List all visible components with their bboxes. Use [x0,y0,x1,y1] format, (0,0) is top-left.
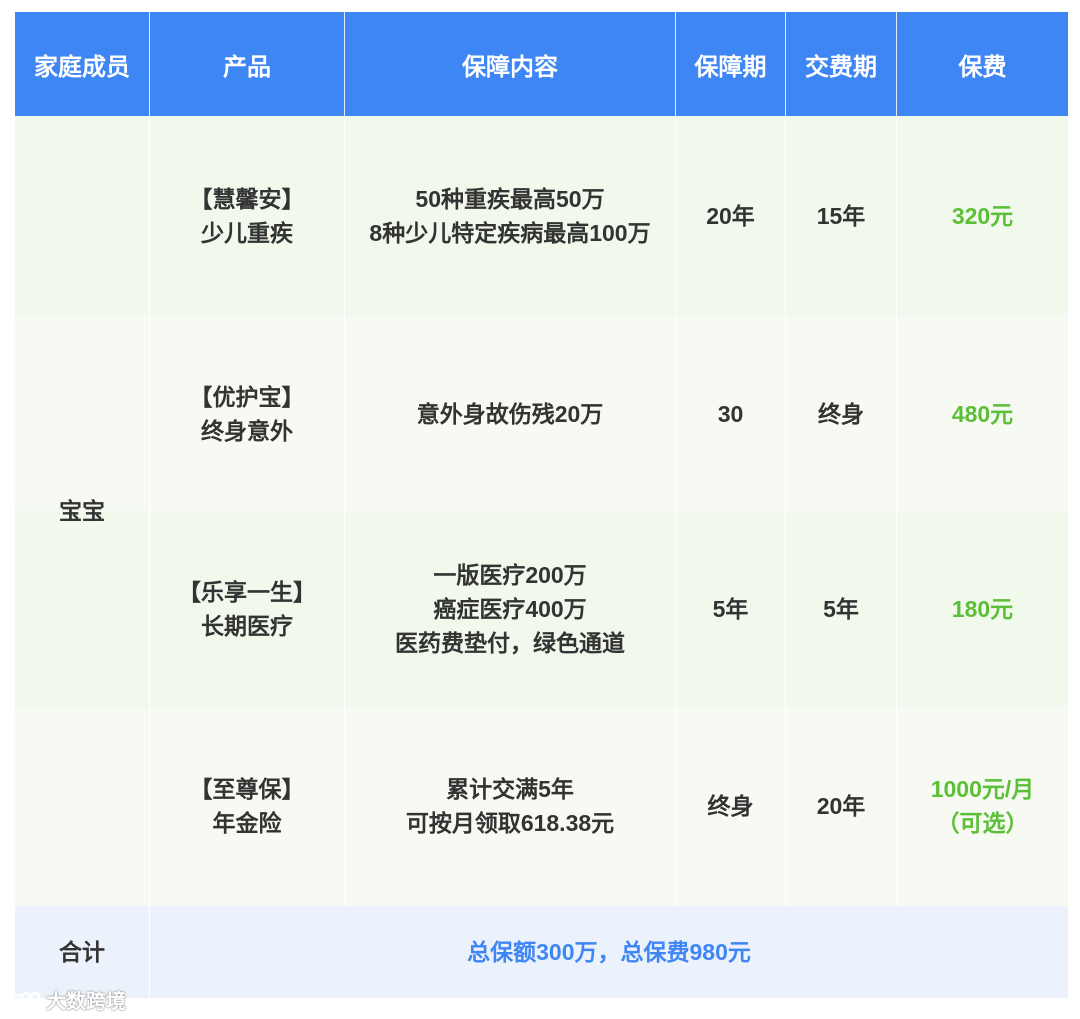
table-row-term: 5年 [676,512,786,706]
header-coverage: 保障内容 [345,12,676,116]
table-row-pay-term: 15年 [786,116,897,315]
table-row-pay-term: 20年 [786,706,897,906]
table-row-pay-term: 终身 [786,315,897,512]
total-summary: 总保额300万，总保费980元 [150,906,1068,998]
table-row-premium: 320元 [897,116,1068,315]
table-row-product: 【乐享一生】 长期医疗 [150,512,345,706]
table-row-product: 【慧馨安】 少儿重疾 [150,116,345,315]
header-product: 产品 [150,12,345,116]
watermark: 大数跨境 [8,985,126,1014]
table-row-coverage: 意外身故伤残20万 [345,315,676,512]
watermark-logo-icon [10,991,41,1007]
header-premium: 保费 [897,12,1068,116]
table-row-term: 30 [676,315,786,512]
table-row-product: 【优护宝】 终身意外 [150,315,345,512]
table-row-premium: 180元 [897,512,1068,706]
table-row-pay-term: 5年 [786,512,897,706]
table-row-term: 20年 [676,116,786,315]
table-row-product: 【至尊保】 年金险 [150,706,345,906]
table-row-coverage: 累计交满5年 可按月领取618.38元 [345,706,676,906]
table-row-coverage: 50种重疾最高50万 8种少儿特定疾病最高100万 [345,116,676,315]
header-family-member: 家庭成员 [15,12,150,116]
member-cell: 宝宝 [15,116,150,906]
watermark-text: 大数跨境 [46,991,126,1013]
header-coverage-term: 保障期 [676,12,786,116]
insurance-table: 家庭成员 产品 保障内容 保障期 交费期 保费 宝宝 【慧馨安】 少儿重疾 50种… [15,12,1068,998]
table-row-coverage: 一版医疗200万 癌症医疗400万 医药费垫付，绿色通道 [345,512,676,706]
table-row-term: 终身 [676,706,786,906]
header-payment-term: 交费期 [786,12,897,116]
table-row-premium: 1000元/月 （可选） [897,706,1068,906]
table-row-premium: 480元 [897,315,1068,512]
